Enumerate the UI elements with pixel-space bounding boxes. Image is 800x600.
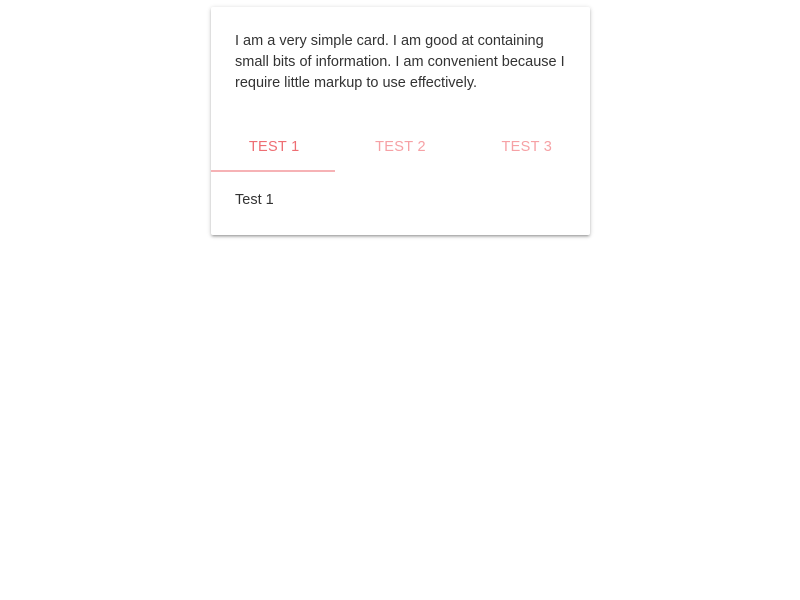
- tab-test-2[interactable]: TEST 2: [337, 121, 463, 172]
- tab-bar: TEST 1 TEST 2 TEST 3: [211, 121, 590, 172]
- tab-test-1[interactable]: TEST 1: [211, 121, 337, 172]
- tab-indicator: [211, 170, 335, 172]
- card-text: I am a very simple card. I am good at co…: [235, 33, 565, 91]
- tab-panel-content: Test 1: [235, 192, 274, 208]
- tab-test-3[interactable]: TEST 3: [464, 121, 590, 172]
- card: I am a very simple card. I am good at co…: [211, 7, 590, 235]
